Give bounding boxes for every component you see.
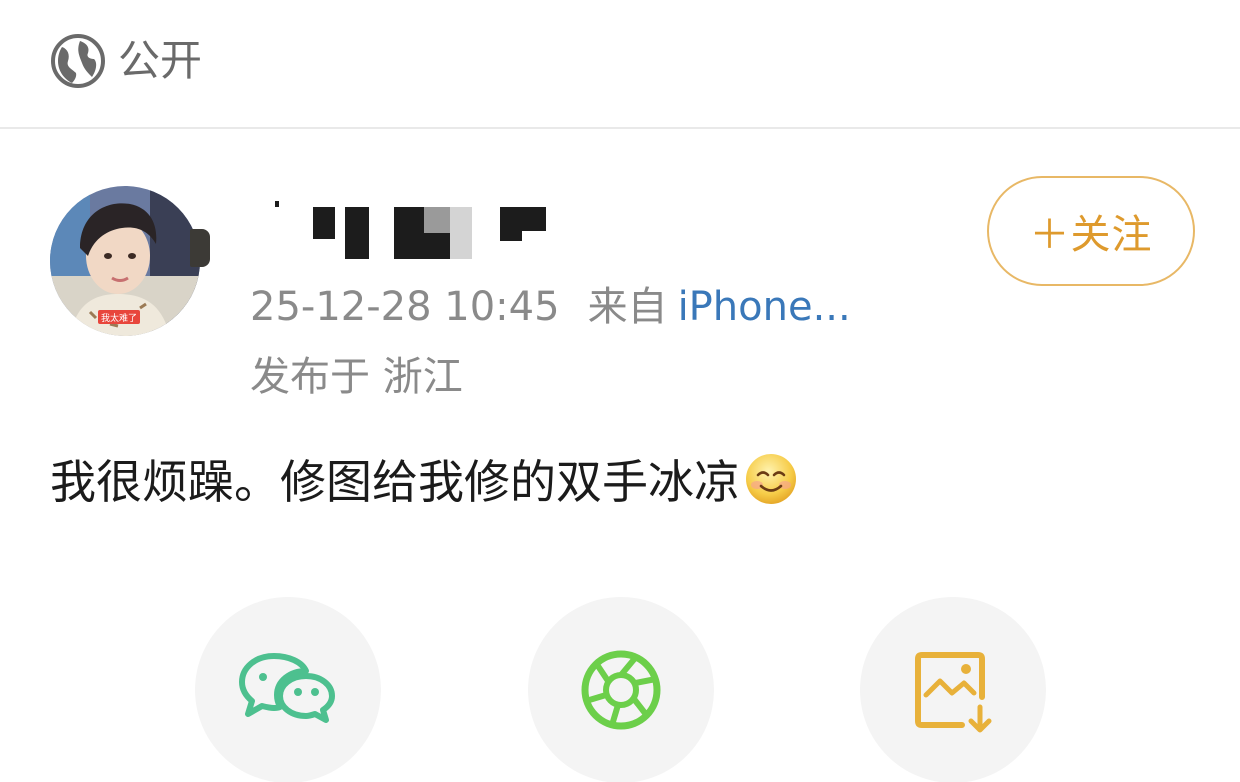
post-text-content: 我很烦躁。修图给我修的双手冰凉 — [50, 455, 740, 509]
follow-button[interactable]: ＋关注 — [987, 176, 1195, 286]
avatar-badge — [190, 229, 210, 267]
visibility-label: 公开 — [118, 36, 203, 85]
redact-block — [345, 207, 369, 259]
redact-block — [500, 231, 522, 241]
redact-block — [394, 207, 424, 259]
share-wechat-button[interactable] — [195, 597, 381, 782]
visibility-bar[interactable]: 公开 — [0, 0, 1240, 128]
avatar-caption: 我太难了 — [101, 312, 137, 324]
wechat-icon — [239, 653, 335, 723]
post-location: 发布于 浙江 — [250, 354, 463, 400]
globe-icon — [51, 34, 105, 88]
redact-block — [424, 207, 450, 233]
save-image-button[interactable] — [860, 597, 1046, 782]
redact-block — [424, 233, 450, 259]
source-device-link[interactable]: iPhone... — [678, 284, 851, 330]
avatar-photo: 我太难了 — [50, 186, 200, 336]
share-moments-button[interactable] — [528, 597, 714, 782]
post-timestamp: 25-12-28 10:45 — [250, 284, 560, 330]
smile-emoji-icon — [746, 454, 796, 504]
avatar[interactable]: 我太难了 — [50, 186, 200, 336]
post-meta: 25-12-28 10:45 来自 iPhone... — [250, 281, 851, 333]
post-card: 我太难了 ＋关注 25-12-28 10:45 来自 iPhone... 发布于 浙… — [0, 129, 1240, 782]
save-image-icon — [915, 652, 992, 733]
share-row — [0, 597, 1240, 782]
moments-icon — [581, 650, 661, 730]
redact-block — [500, 207, 546, 231]
source-prefix: 来自 — [587, 284, 668, 330]
redact-block — [313, 207, 335, 239]
redact-block — [275, 201, 279, 207]
redact-block — [450, 207, 472, 259]
follow-button-label: ＋关注 — [1029, 212, 1153, 258]
post-text: 我很烦躁。修图给我修的双手冰凉 — [50, 452, 798, 512]
